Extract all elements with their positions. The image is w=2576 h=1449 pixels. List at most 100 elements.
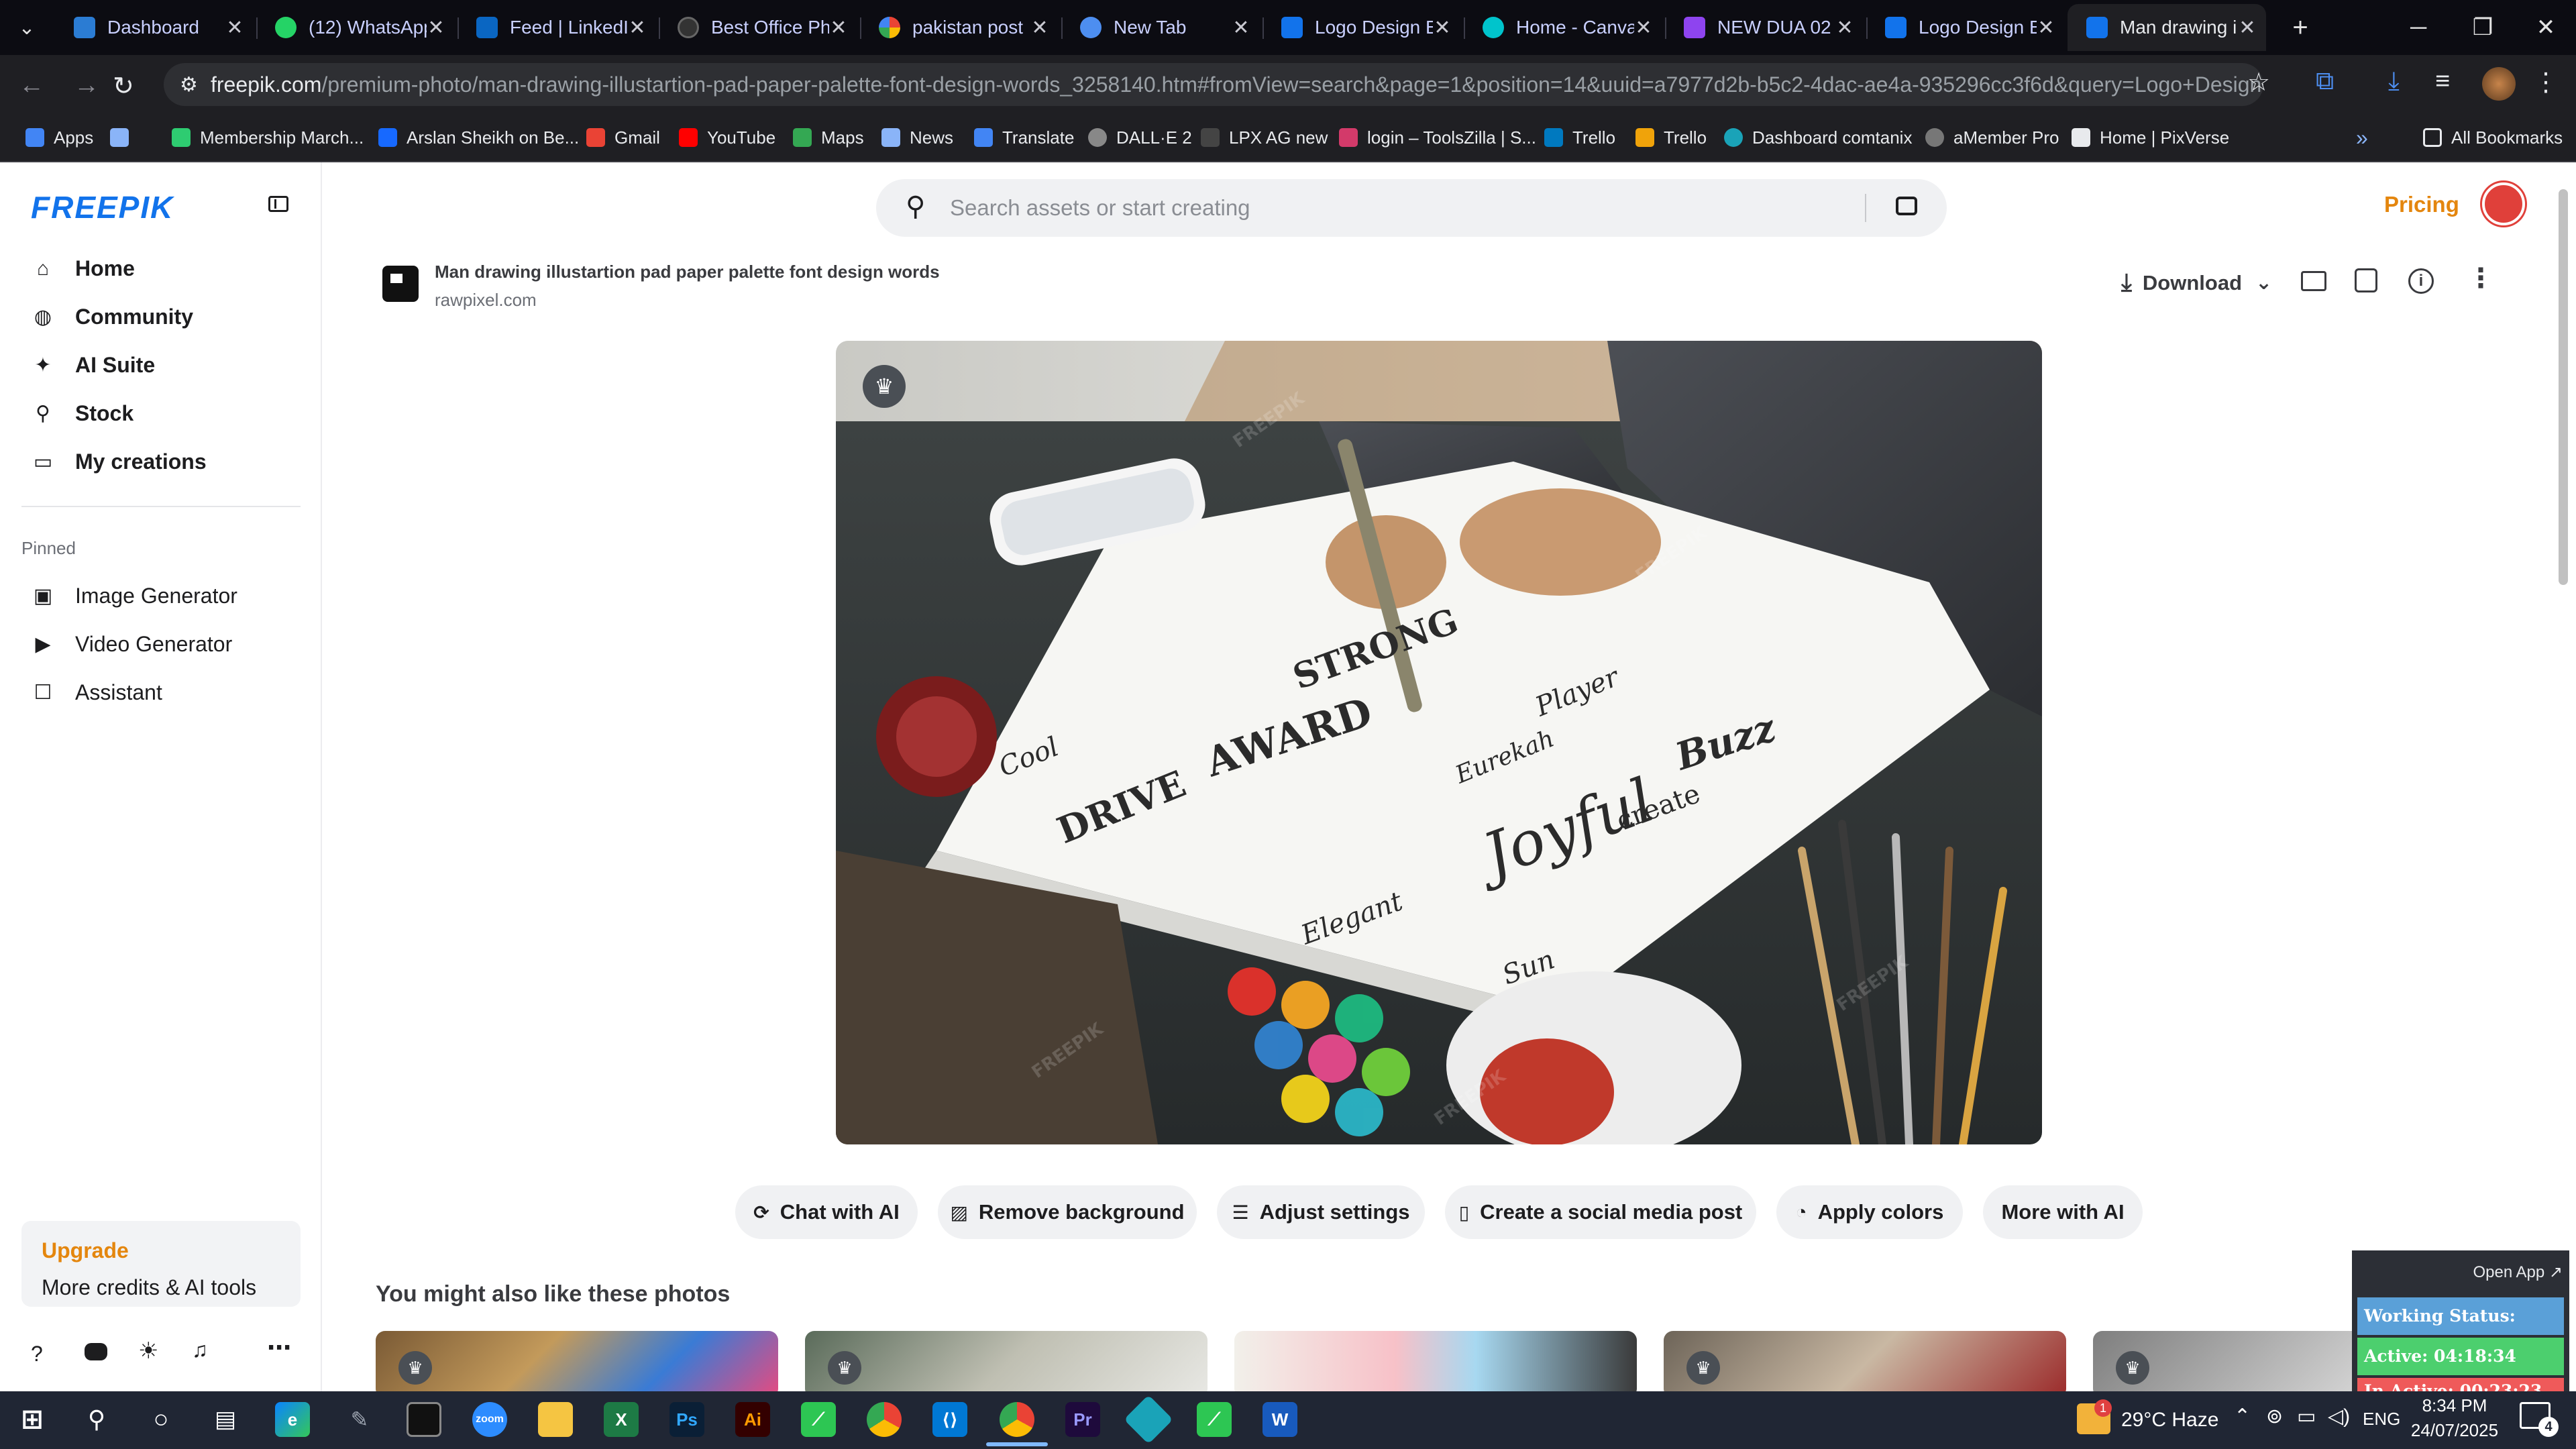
tab-logo-design-2[interactable]: Logo Design E ✕ bbox=[1866, 4, 2065, 51]
bookmark-news[interactable]: News bbox=[881, 122, 953, 153]
edge-icon[interactable]: e bbox=[275, 1402, 310, 1437]
chrome-icon[interactable] bbox=[867, 1402, 902, 1437]
app-green-2-icon[interactable]: ⟋ bbox=[1197, 1402, 1232, 1437]
forward-icon[interactable]: → bbox=[74, 71, 99, 100]
app-green-icon[interactable]: ⟋ bbox=[801, 1402, 836, 1437]
task-view-icon[interactable]: ▤ bbox=[208, 1402, 243, 1437]
close-tab-icon[interactable]: ✕ bbox=[1030, 16, 1049, 40]
tab-man-drawing-active[interactable]: Man drawing i ✕ bbox=[2068, 4, 2266, 51]
vscode-icon[interactable]: ⟨⟩ bbox=[932, 1402, 967, 1437]
edit-image-icon[interactable] bbox=[2355, 268, 2377, 292]
related-photo-4[interactable]: ♛ bbox=[1664, 1331, 2066, 1391]
close-tab-icon[interactable]: ✕ bbox=[628, 16, 647, 40]
close-window-button[interactable]: ✕ bbox=[2516, 0, 2576, 55]
sidebar-item-assistant[interactable]: ☐ Assistant bbox=[31, 680, 162, 705]
sidebar-toggle-icon[interactable] bbox=[268, 196, 288, 212]
media-control-icon[interactable]: ≡ bbox=[2435, 67, 2450, 96]
volume-icon[interactable]: ◁) bbox=[2328, 1405, 2350, 1428]
bookmark-translate[interactable]: Translate bbox=[974, 122, 1074, 153]
related-photo-1[interactable]: ♛ bbox=[376, 1331, 778, 1391]
tab-pakistan-post[interactable]: pakistan post ✕ bbox=[860, 4, 1059, 51]
bookmark-comtanix[interactable]: Dashboard comtanix bbox=[1724, 122, 1912, 153]
bookmark-lpx[interactable]: LPX AG new bbox=[1201, 122, 1328, 153]
bookmark-trello-1[interactable]: Trello bbox=[1544, 122, 1615, 153]
discord-icon[interactable] bbox=[85, 1343, 107, 1360]
open-app-link[interactable]: Open App ↗ bbox=[2473, 1263, 2563, 1282]
notification-bell-icon[interactable]: ♫ bbox=[192, 1338, 208, 1362]
author-name[interactable]: rawpixel.com bbox=[435, 290, 537, 311]
more-options-icon[interactable]: ⋮ bbox=[2467, 263, 2494, 294]
search-input[interactable]: ⚲ Search assets or start creating bbox=[876, 179, 1947, 237]
save-to-collection-icon[interactable] bbox=[2301, 271, 2326, 291]
bookmark-toolszilla[interactable]: login – ToolsZilla | S... bbox=[1339, 122, 1536, 153]
sidebar-item-stock[interactable]: ⚲ Stock bbox=[31, 401, 133, 426]
browser-menu-icon[interactable]: ⋮ bbox=[2533, 67, 2559, 97]
adjust-settings-button[interactable]: ☰ Adjust settings bbox=[1217, 1185, 1425, 1239]
tab-office-photos[interactable]: Best Office Pho ✕ bbox=[659, 4, 857, 51]
weather-text[interactable]: 29°C Haze bbox=[2121, 1409, 2218, 1432]
related-photo-5[interactable]: ♛ bbox=[2093, 1331, 2361, 1391]
address-bar[interactable]: ⚙ freepik.com/premium-photo/man-drawing-… bbox=[164, 63, 2263, 106]
sidebar-item-image-generator[interactable]: ▣ Image Generator bbox=[31, 584, 237, 608]
tab-new-dua[interactable]: NEW DUA 02 ✕ bbox=[1665, 4, 1864, 51]
user-avatar[interactable] bbox=[2482, 182, 2525, 225]
premiere-icon[interactable]: Pr bbox=[1065, 1402, 1100, 1437]
restore-button[interactable]: ❐ bbox=[2453, 0, 2513, 55]
apply-colors-button[interactable]: ◔ Apply colors bbox=[1776, 1185, 1963, 1239]
close-tab-icon[interactable]: ✕ bbox=[2238, 16, 2257, 40]
bookmark-youtube[interactable]: YouTube bbox=[679, 122, 775, 153]
new-tab-button[interactable]: + bbox=[2270, 0, 2330, 55]
help-icon[interactable]: ? bbox=[31, 1342, 43, 1366]
bookmark-gmail[interactable]: Gmail bbox=[586, 122, 660, 153]
file-explorer-icon[interactable] bbox=[538, 1402, 573, 1437]
word-icon[interactable]: W bbox=[1263, 1402, 1297, 1437]
profile-avatar[interactable] bbox=[2482, 67, 2516, 101]
bookmark-star-icon[interactable]: ☆ bbox=[2247, 67, 2270, 97]
close-tab-icon[interactable]: ✕ bbox=[1634, 16, 1653, 40]
pricing-link[interactable]: Pricing bbox=[2384, 192, 2459, 217]
all-bookmarks[interactable]: All Bookmarks bbox=[2423, 122, 2563, 153]
tab-canva[interactable]: Home - Canva ✕ bbox=[1464, 4, 1662, 51]
info-icon[interactable]: i bbox=[2408, 268, 2434, 294]
close-tab-icon[interactable]: ✕ bbox=[1835, 16, 1854, 40]
bookmark-trello-2[interactable]: Trello bbox=[1635, 122, 1707, 153]
clock[interactable]: 8:34 PM 24/07/2025 bbox=[2404, 1395, 2505, 1441]
windows-start-icon[interactable]: ⊞ bbox=[15, 1402, 50, 1437]
reload-icon[interactable]: ↻ bbox=[113, 71, 134, 101]
close-tab-icon[interactable]: ✕ bbox=[1433, 16, 1452, 40]
bookmark-membership[interactable]: Membership March... bbox=[172, 122, 364, 153]
related-photo-3[interactable] bbox=[1234, 1331, 1637, 1391]
back-icon[interactable]: ← bbox=[19, 71, 44, 100]
close-tab-icon[interactable]: ✕ bbox=[427, 16, 445, 40]
tab-search-icon[interactable]: ⌄ bbox=[0, 0, 54, 55]
bookmark-maps[interactable]: Maps bbox=[793, 122, 864, 153]
theme-icon[interactable]: ☀ bbox=[138, 1338, 158, 1364]
close-tab-icon[interactable]: ✕ bbox=[1232, 16, 1250, 40]
page-scrollbar[interactable] bbox=[2559, 189, 2568, 585]
tab-logo-design-1[interactable]: Logo Design E ✕ bbox=[1263, 4, 1461, 51]
chat-with-ai-button[interactable]: ⟳ Chat with AI bbox=[735, 1185, 918, 1239]
grid-icon[interactable] bbox=[110, 122, 129, 153]
close-tab-icon[interactable]: ✕ bbox=[2037, 16, 2055, 40]
bookmark-pixverse[interactable]: Home | PixVerse bbox=[2072, 122, 2229, 153]
tab-whatsapp[interactable]: (12) WhatsApp ✕ bbox=[256, 4, 455, 51]
sidebar-item-my-creations[interactable]: ▭ My creations bbox=[31, 449, 207, 474]
chrome-active-icon[interactable] bbox=[1000, 1402, 1034, 1437]
close-tab-icon[interactable]: ✕ bbox=[225, 16, 244, 40]
sidebar-item-video-generator[interactable]: ▶ Video Generator bbox=[31, 632, 232, 657]
bookmark-dalle[interactable]: DALL·E 2 bbox=[1088, 122, 1192, 153]
illustrator-icon[interactable]: Ai bbox=[735, 1402, 770, 1437]
site-info-icon[interactable]: ⚙ bbox=[180, 73, 198, 97]
more-options-icon[interactable]: ⋯ bbox=[267, 1334, 291, 1362]
sidebar-item-ai-suite[interactable]: ✦ AI Suite bbox=[31, 353, 155, 378]
photoshop-icon[interactable]: Ps bbox=[669, 1402, 704, 1437]
freepik-logo[interactable]: FREEPIK bbox=[31, 189, 174, 225]
bookmark-apps[interactable]: Apps bbox=[25, 122, 93, 153]
related-photo-2[interactable]: ♛ bbox=[805, 1331, 1208, 1391]
close-tab-icon[interactable]: ✕ bbox=[829, 16, 848, 40]
taskbar-search-icon[interactable]: ⚲ bbox=[79, 1402, 114, 1437]
tab-linkedin[interactable]: Feed | LinkedIn ✕ bbox=[458, 4, 656, 51]
create-social-post-button[interactable]: ▯ Create a social media post bbox=[1445, 1185, 1756, 1239]
tab-new-tab[interactable]: New Tab ✕ bbox=[1061, 4, 1260, 51]
zoom-icon[interactable]: zoom bbox=[472, 1402, 507, 1437]
